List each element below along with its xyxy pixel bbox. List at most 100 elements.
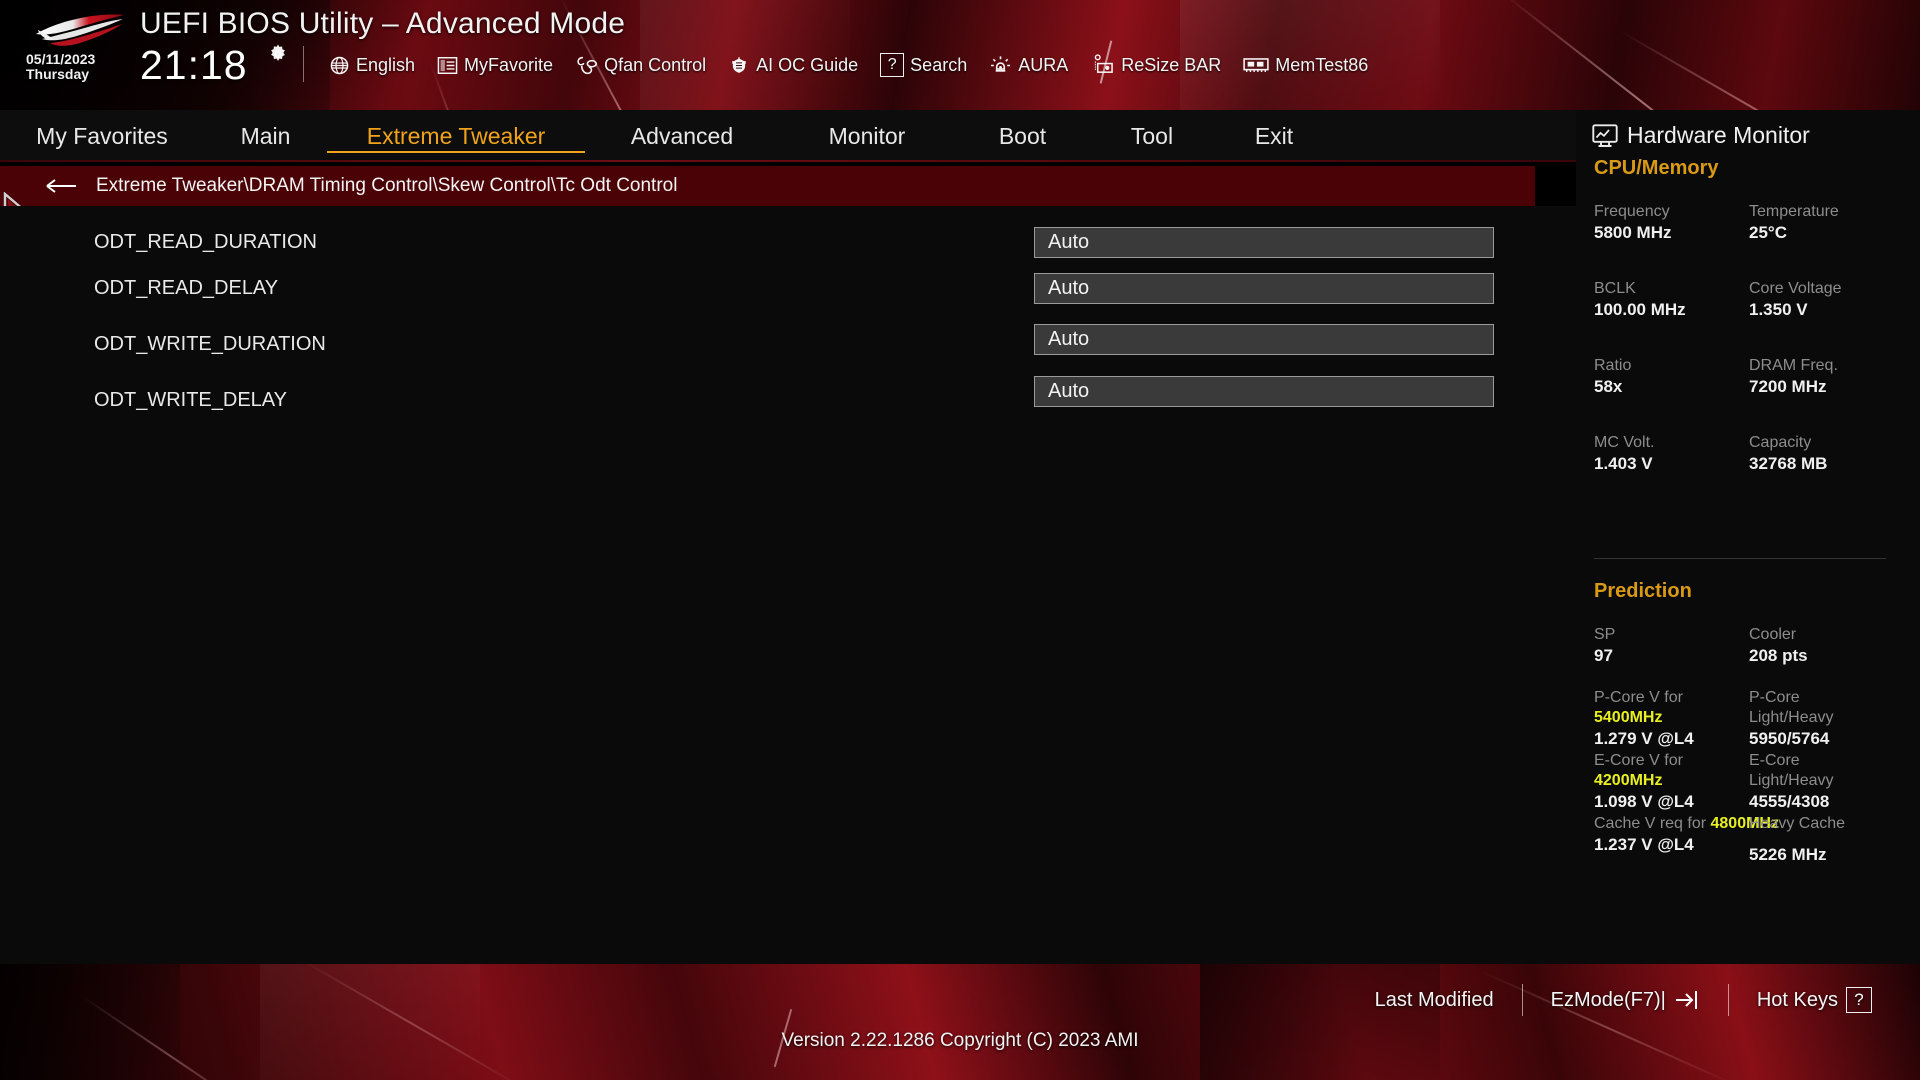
toolbar-label: Search xyxy=(910,55,967,76)
toolbar-item-myfavorite[interactable]: MyFavorite xyxy=(426,48,564,82)
question-box-icon: ? xyxy=(880,53,904,77)
footer-facet xyxy=(260,964,480,1080)
menu-item-monitor[interactable]: Monitor xyxy=(779,110,955,162)
menu-item-advanced[interactable]: Advanced xyxy=(585,110,779,162)
hw-key-pre: E-Core xyxy=(1749,752,1800,769)
hw-item-pcore-voltage: P-Core V for 5400MHz 1.279 V @L4 xyxy=(1594,688,1694,750)
hw-key-pre: P-Core V for xyxy=(1594,689,1683,706)
menu-label: Exit xyxy=(1255,123,1293,150)
bottom-banner: Last Modified EzMode(F7)| Hot Keys ? Ver… xyxy=(0,964,1920,1080)
ezmode-button[interactable]: EzMode(F7)| xyxy=(1523,988,1728,1012)
toolbar-item-search[interactable]: ? Search xyxy=(869,48,978,82)
date-value: 05/11/2023 xyxy=(26,52,95,67)
hw-key: P-Core Light/Heavy xyxy=(1749,688,1834,728)
hw-item: Frequency 5800 MHz xyxy=(1594,202,1671,244)
top-banner: UEFI BIOS Utility – Advanced Mode 05/11/… xyxy=(0,0,1920,110)
hw-value: 7200 MHz xyxy=(1749,376,1838,398)
toolbar-label: Qfan Control xyxy=(604,55,706,76)
settings-content: ODT_READ_DURATION Auto ODT_READ_DELAY Au… xyxy=(0,206,1576,964)
hw-value: 32768 MB xyxy=(1749,453,1827,475)
hw-key: Ratio xyxy=(1594,356,1631,376)
hw-item: BCLK 100.00 MHz xyxy=(1594,279,1686,321)
hw-value: 1.350 V xyxy=(1749,299,1842,321)
hot-keys-button[interactable]: Hot Keys ? xyxy=(1729,987,1900,1013)
hw-item-heavy-cache: Heavy Cache 5226 MHz xyxy=(1749,814,1845,876)
hw-item: SP 97 xyxy=(1594,625,1615,667)
menu-label: Monitor xyxy=(829,123,906,150)
table-row[interactable]: ODT_WRITE_DURATION Auto xyxy=(0,316,1576,372)
footer-label: Hot Keys xyxy=(1757,989,1838,1012)
memory-module-icon xyxy=(1243,56,1269,74)
setting-value-odt-read-duration[interactable]: Auto xyxy=(1034,227,1494,258)
menu-label: Extreme Tweaker xyxy=(367,123,546,150)
menu-item-boot[interactable]: Boot xyxy=(955,110,1090,162)
hw-value: 4555/4308 xyxy=(1749,791,1834,813)
breadcrumb: Extreme Tweaker\DRAM Timing Control\Skew… xyxy=(0,166,1535,206)
hw-divider xyxy=(1594,558,1886,559)
toolbar-item-ai-oc-guide[interactable]: AI OC Guide xyxy=(717,48,869,82)
hw-key: E-Core Light/Heavy xyxy=(1749,751,1834,791)
hw-key-pre: Cache V req for xyxy=(1594,815,1711,832)
footer-links: Last Modified EzMode(F7)| Hot Keys ? xyxy=(1347,980,1900,1020)
aura-light-icon xyxy=(989,55,1012,76)
menu-label: Main xyxy=(241,123,291,150)
hw-key: Frequency xyxy=(1594,202,1671,222)
setting-value-text: Auto xyxy=(1048,380,1089,403)
hw-cpu-memory-grid: Frequency 5800 MHz Temperature 25°C BCLK… xyxy=(1594,202,1904,542)
menu-label: Advanced xyxy=(631,123,733,150)
setting-label: ODT_READ_DURATION xyxy=(94,231,317,254)
hw-item-ecore-lightheavy: E-Core Light/Heavy 4555/4308 xyxy=(1749,751,1834,813)
globe-icon xyxy=(329,55,350,76)
back-arrow-icon[interactable] xyxy=(46,176,78,196)
menu-item-extreme-tweaker[interactable]: Extreme Tweaker xyxy=(327,110,585,162)
hw-value: 97 xyxy=(1594,645,1615,667)
setting-value-odt-write-duration[interactable]: Auto xyxy=(1034,324,1494,355)
toolbar-label: MyFavorite xyxy=(464,55,553,76)
breadcrumb-path: Extreme Tweaker\DRAM Timing Control\Skew… xyxy=(96,175,677,197)
hw-value: 58x xyxy=(1594,376,1631,398)
hw-key: SP xyxy=(1594,625,1615,645)
hw-item: Core Voltage 1.350 V xyxy=(1749,279,1842,321)
hw-key-post: Light/Heavy xyxy=(1749,772,1834,789)
main-menu-bar: My Favorites Main Extreme Tweaker Advanc… xyxy=(0,110,1576,162)
footer-label: Last Modified xyxy=(1375,989,1494,1012)
table-row[interactable]: ODT_READ_DELAY Auto xyxy=(0,260,1576,316)
hw-key: Capacity xyxy=(1749,433,1827,453)
setting-value-text: Auto xyxy=(1048,328,1089,351)
hw-value: 1.403 V xyxy=(1594,453,1654,475)
toolbar-item-english[interactable]: English xyxy=(318,48,426,82)
last-modified-button[interactable]: Last Modified xyxy=(1347,989,1522,1012)
hw-value: 5950/5764 xyxy=(1749,728,1834,750)
setting-value-odt-write-delay[interactable]: Auto xyxy=(1034,376,1494,407)
hardware-monitor-header: Hardware Monitor xyxy=(1592,122,1810,149)
menu-item-tool[interactable]: Tool xyxy=(1090,110,1214,162)
menu-item-my-favorites[interactable]: My Favorites xyxy=(0,110,204,162)
toolbar-item-aura[interactable]: AURA xyxy=(978,48,1079,82)
gear-icon[interactable] xyxy=(267,43,289,65)
table-row[interactable]: ODT_WRITE_DELAY Auto xyxy=(0,372,1576,428)
weekday-value: Thursday xyxy=(26,67,95,82)
header-toolbar: English MyFavorite Qfan Control xyxy=(318,48,1379,82)
hw-item: DRAM Freq. 7200 MHz xyxy=(1749,356,1838,398)
menu-item-exit[interactable]: Exit xyxy=(1214,110,1334,162)
setting-value-odt-read-delay[interactable]: Auto xyxy=(1034,273,1494,304)
hw-value: 25°C xyxy=(1749,222,1839,244)
toolbar-item-memtest86[interactable]: MemTest86 xyxy=(1232,48,1379,82)
toolbar-label: MemTest86 xyxy=(1275,55,1368,76)
menu-underline xyxy=(0,160,1576,162)
hw-key-pre: P-Core xyxy=(1749,689,1800,706)
menu-item-main[interactable]: Main xyxy=(204,110,327,162)
hardware-monitor-title: Hardware Monitor xyxy=(1627,122,1810,149)
setting-label: ODT_READ_DELAY xyxy=(94,277,278,300)
toolbar-item-qfan-control[interactable]: Qfan Control xyxy=(564,48,717,82)
hw-key: Core Voltage xyxy=(1749,279,1842,299)
hw-key: Cooler xyxy=(1749,625,1808,645)
rog-logo-icon xyxy=(34,12,126,52)
hw-item-pcore-lightheavy: P-Core Light/Heavy 5950/5764 xyxy=(1749,688,1834,750)
hw-value: 5226 MHz xyxy=(1749,834,1845,876)
hw-key: Temperature xyxy=(1749,202,1839,222)
toolbar-label: AURA xyxy=(1018,55,1068,76)
hw-item: Cooler 208 pts xyxy=(1749,625,1808,667)
toolbar-label: ReSize BAR xyxy=(1121,55,1221,76)
question-key-icon: ? xyxy=(1846,987,1872,1013)
